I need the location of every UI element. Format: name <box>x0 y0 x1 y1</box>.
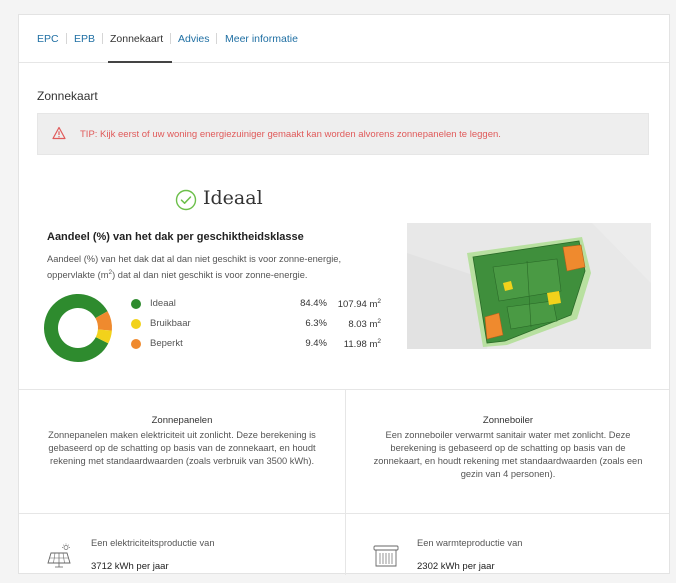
section-divider <box>19 389 669 390</box>
heat-production-value: 2302 kWh per jaar <box>417 561 495 572</box>
tab-advies[interactable]: Advies <box>178 33 210 45</box>
share-description: Aandeel (%) van het dak dat al dan niet … <box>47 253 367 282</box>
solar-panels-title: Zonnepanelen <box>151 415 213 426</box>
legend-dot-ideaal <box>131 299 141 309</box>
legend-pct: 6.3% <box>305 318 327 329</box>
share-desc-line1: Aandeel (%) van het dak dat al dan niet … <box>47 254 342 264</box>
tab-epc[interactable]: EPC <box>37 33 59 45</box>
tab-separator <box>216 33 217 44</box>
share-desc-line2a: oppervlakte (m <box>47 270 109 281</box>
legend-name: Ideaal <box>150 298 176 309</box>
warning-icon <box>52 126 66 140</box>
share-desc-line2b: ) dat al dan niet geschikt is voor zonne… <box>112 270 308 281</box>
tab-separator <box>102 33 103 44</box>
tab-bar: EPC EPB Zonnekaart Advies Meer informati… <box>19 15 669 63</box>
tab-meer-informatie[interactable]: Meer informatie <box>225 33 298 45</box>
legend-name: Bruikbaar <box>150 318 191 329</box>
heat-production: Een warmteproductie van 2302 kWh per jaa… <box>373 533 653 583</box>
tab-separator <box>66 33 67 44</box>
solar-boiler-title: Zonneboiler <box>482 415 534 426</box>
legend-dot-bruikbaar <box>131 319 141 329</box>
legend-area: 11.98 m2 <box>331 338 381 350</box>
legend-area: 107.94 m2 <box>331 298 381 310</box>
legend-area-value: 11.98 m <box>343 339 378 351</box>
roof-map-image <box>407 223 651 349</box>
legend-name: Beperkt <box>150 338 183 349</box>
solar-panel-icon <box>47 543 71 568</box>
legend-row-ideaal: Ideaal 84.4% 107.94 m2 <box>131 297 391 311</box>
tip-banner: TIP: Kijk eerst of uw woning energiezuin… <box>37 113 649 155</box>
section-title: Zonnekaart <box>37 89 98 103</box>
solar-boiler-text: Een zonneboiler verwarmt sanitair water … <box>373 430 643 479</box>
solar-boiler-icon <box>373 545 399 567</box>
legend-row-beperkt: Beperkt 9.4% 11.98 m2 <box>131 337 391 351</box>
legend-area-value: 8.03 m <box>348 319 378 331</box>
section-divider <box>19 513 669 514</box>
legend-area-sup: 2 <box>377 318 381 325</box>
tab-separator <box>170 33 171 44</box>
roof-map[interactable] <box>407 223 651 349</box>
legend-pct: 9.4% <box>305 338 327 349</box>
solar-panels-info: Zonnepanelen Zonnepanelen maken elektric… <box>19 415 345 468</box>
solar-panels-text: Zonnepanelen maken elektriciteit uit zon… <box>48 430 316 466</box>
tip-text: TIP: Kijk eerst of uw woning energiezuin… <box>80 129 501 140</box>
tab-zonnekaart[interactable]: Zonnekaart <box>110 33 163 45</box>
electricity-production-label: Een elektriciteitsproductie van <box>91 538 215 548</box>
heat-production-label: Een warmteproductie van <box>417 538 523 548</box>
tab-epb[interactable]: EPB <box>74 33 95 45</box>
check-circle-icon <box>175 189 197 211</box>
legend-area: 8.03 m2 <box>331 318 381 330</box>
legend-area-value: 107.94 m <box>337 299 378 311</box>
legend-pct: 84.4% <box>300 298 327 309</box>
solar-boiler-info: Zonneboiler Een zonneboiler verwarmt san… <box>345 415 671 481</box>
legend-row-bruikbaar: Bruikbaar 6.3% 8.03 m2 <box>131 317 391 331</box>
legend-area-sup: 2 <box>377 298 381 305</box>
active-tab-indicator <box>108 61 172 63</box>
rating-label: Ideaal <box>203 187 263 209</box>
suitability-donut-chart <box>44 294 112 362</box>
electricity-production: Een elektriciteitsproductie van 3712 kWh… <box>47 533 327 583</box>
legend-area-sup: 2 <box>377 338 381 345</box>
energy-card: EPC EPB Zonnekaart Advies Meer informati… <box>18 14 671 575</box>
electricity-production-value: 3712 kWh per jaar <box>91 561 169 572</box>
share-title: Aandeel (%) van het dak per geschiktheid… <box>47 231 304 243</box>
legend-dot-beperkt <box>131 339 141 349</box>
